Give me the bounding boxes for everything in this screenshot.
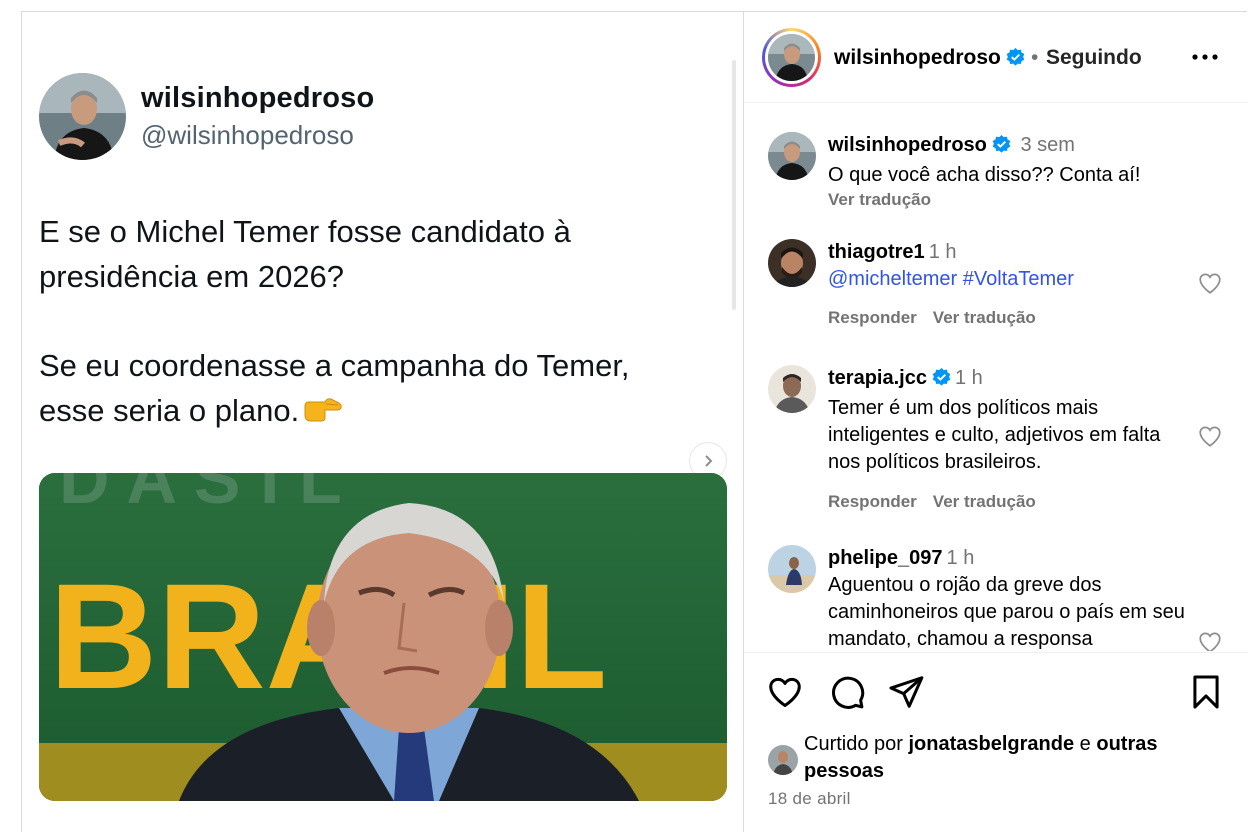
caption-translate-link[interactable]: Ver tradução (828, 189, 1188, 211)
story-ring[interactable] (762, 28, 821, 87)
tweet-display-name[interactable]: wilsinhopedroso (141, 82, 374, 115)
like-heart-icon[interactable] (766, 673, 804, 711)
reply-button[interactable]: Responder (828, 308, 917, 327)
verified-badge-icon (992, 135, 1011, 162)
comment-avatar[interactable] (768, 365, 816, 413)
comment-username[interactable]: thiagotre1 (828, 241, 925, 263)
comment-text[interactable]: @micheltemer #VoltaTemer (828, 266, 1188, 293)
comment-bubble-icon[interactable] (828, 673, 866, 711)
tweet-text: E se o Michel Temer fosse candidato à pr… (39, 209, 699, 435)
comment-username[interactable]: phelipe_097 (828, 547, 943, 569)
caption-text: O que você acha disso?? Conta aí! (828, 164, 1141, 186)
comment-username[interactable]: terapia.jcc (828, 367, 927, 389)
tweet-handle[interactable]: @wilsinhopedroso (141, 120, 354, 151)
likes-connector: e (1079, 733, 1091, 755)
like-comment-heart-icon[interactable] (1197, 423, 1223, 449)
caption-username[interactable]: wilsinhopedroso (828, 134, 987, 156)
post-header: wilsinhopedroso • Seguindo (744, 12, 1248, 103)
post-actions: Curtido por jonatasbelgrande e outras pe… (744, 652, 1248, 832)
post-date[interactable]: 18 de abril (768, 789, 851, 809)
header-separator: • (1031, 46, 1039, 69)
tweet-text-paragraph-1: E se o Michel Temer fosse candidato à pr… (39, 214, 571, 294)
author-username[interactable]: wilsinhopedroso (834, 46, 1025, 73)
caption-time[interactable]: 3 sem (1020, 134, 1074, 156)
likes-prefix: Curtido por (804, 733, 903, 755)
comment-avatar[interactable] (768, 545, 816, 593)
author-username-text[interactable]: wilsinhopedroso (834, 46, 1001, 69)
comment-text: Temer é um dos políticos mais inteligent… (828, 397, 1161, 473)
comment-avatar[interactable] (768, 239, 816, 287)
comment-time[interactable]: 1 h (947, 547, 975, 569)
liker-avatar[interactable] (768, 745, 798, 775)
verified-badge-icon (1006, 48, 1025, 73)
save-bookmark-icon[interactable] (1187, 673, 1225, 711)
reply-button[interactable]: Responder (828, 492, 917, 511)
media-scrollbar[interactable] (732, 60, 736, 310)
share-send-icon[interactable] (887, 673, 925, 711)
photo-background-letters-top: D A S I L (59, 473, 342, 518)
caption-avatar[interactable] (768, 132, 816, 180)
author-avatar[interactable] (768, 34, 815, 81)
tweet-text-paragraph-2: Se eu coordenasse a campanha do Temer, e… (39, 343, 699, 435)
more-options-icon[interactable] (1190, 42, 1220, 72)
comment-time[interactable]: 1 h (955, 367, 983, 389)
like-comment-heart-icon[interactable] (1197, 629, 1223, 651)
post-dialog: wilsinhopedroso @wilsinhopedroso E se o … (21, 11, 1248, 832)
translate-link[interactable]: Ver tradução (933, 492, 1036, 511)
likes-summary: Curtido por jonatasbelgrande e outras pe… (768, 731, 1208, 785)
liker-username[interactable]: jonatasbelgrande (909, 733, 1075, 755)
chevron-right-icon (705, 455, 713, 467)
verified-badge-icon (932, 368, 951, 395)
comment-time[interactable]: 1 h (929, 241, 957, 263)
comments-list[interactable]: wilsinhopedroso 3 sem O que você acha di… (744, 104, 1248, 651)
post-media: wilsinhopedroso @wilsinhopedroso E se o … (22, 12, 744, 832)
comment-text: Aguentou o rojão da greve dos caminhonei… (828, 574, 1185, 650)
tweet-photo: D A S I L BRASIL (39, 473, 727, 801)
translate-link[interactable]: Ver tradução (933, 308, 1036, 327)
comments-panel: wilsinhopedroso • Seguindo wilsinhopedro… (744, 12, 1248, 832)
tweet-avatar (39, 73, 126, 160)
pointing-right-icon (303, 390, 343, 435)
following-button[interactable]: Seguindo (1046, 46, 1142, 70)
like-comment-heart-icon[interactable] (1197, 270, 1223, 296)
